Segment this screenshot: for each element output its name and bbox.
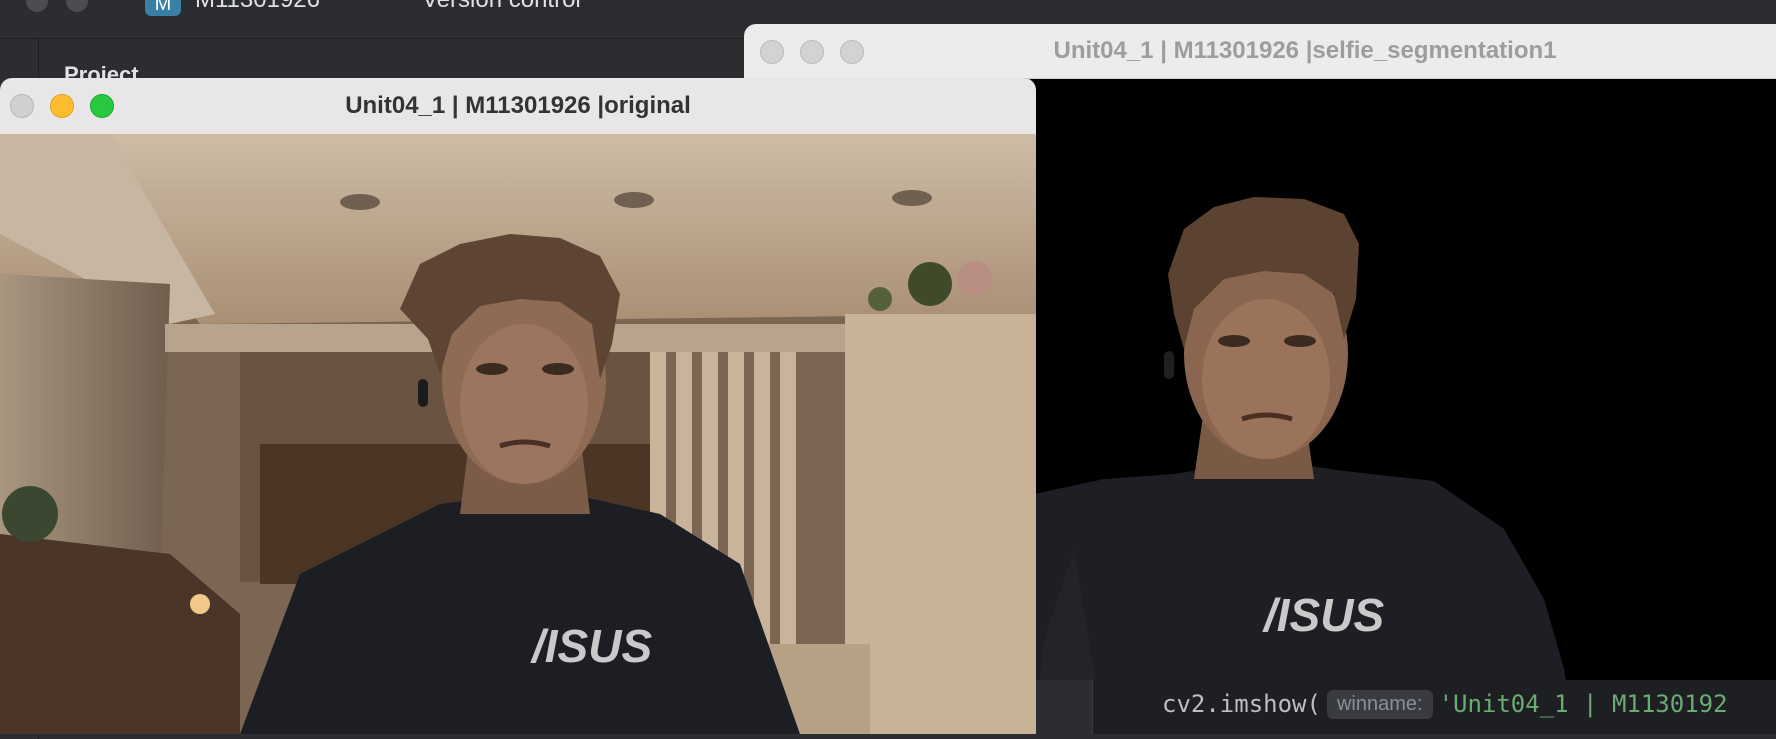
code-string: 'Unit04_1 | M1130192 xyxy=(1438,690,1728,718)
editor-code-strip: cv2.imshow(winname: 'Unit04_1 | M1130192 xyxy=(1036,680,1776,734)
minimize-button[interactable] xyxy=(50,94,74,118)
original-window[interactable]: Unit04_1 | M11301926 |original /ISUS xyxy=(0,78,1036,734)
shirt-logo: /ISUS xyxy=(1262,589,1384,641)
original-titlebar[interactable]: Unit04_1 | M11301926 |original xyxy=(0,78,1036,135)
code-function: cv2.imshow( xyxy=(1162,690,1321,718)
shirt-logo: /ISUS xyxy=(530,620,652,672)
minimize-button[interactable] xyxy=(800,40,824,64)
window-dot[interactable] xyxy=(66,0,88,12)
editor-gutter xyxy=(1036,680,1093,734)
close-button[interactable] xyxy=(10,94,34,118)
code-line[interactable]: cv2.imshow(winname: 'Unit04_1 | M1130192 xyxy=(1162,690,1728,719)
parameter-hint: winname: xyxy=(1326,690,1433,719)
original-window-title: Unit04_1 | M11301926 |original xyxy=(345,92,691,119)
version-control-menu[interactable]: Version control xyxy=(422,0,581,14)
maximize-button[interactable] xyxy=(840,40,864,64)
window-dot[interactable] xyxy=(26,0,48,12)
webcam-frame: /ISUS xyxy=(0,134,1036,734)
close-button[interactable] xyxy=(760,40,784,64)
project-badge[interactable]: M xyxy=(145,0,181,16)
maximize-button[interactable] xyxy=(90,94,114,118)
segmentation-titlebar[interactable]: Unit04_1 | M11301926 |selfie_segmentatio… xyxy=(744,24,1776,79)
segmentation-window-title: Unit04_1 | M11301926 |selfie_segmentatio… xyxy=(1053,37,1557,64)
project-selector[interactable]: M11301926 xyxy=(195,0,320,14)
